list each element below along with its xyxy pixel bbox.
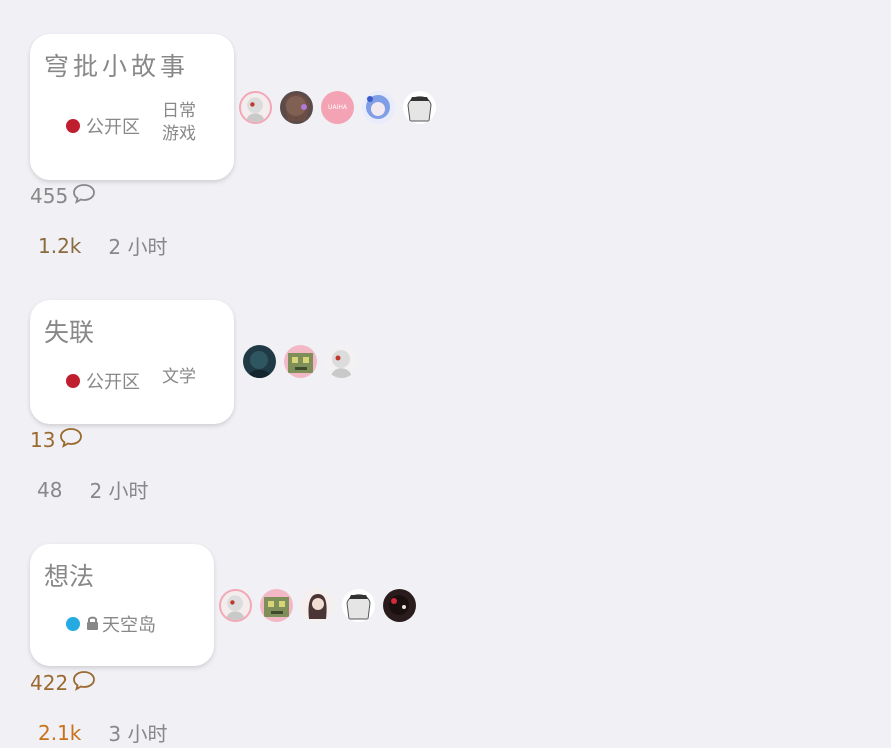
comment-icon [72, 182, 96, 209]
poster-avatars [219, 589, 416, 622]
reply-count[interactable]: 422 [30, 669, 96, 696]
topic-tags: 文学 [162, 366, 196, 389]
category-color-dot [66, 617, 80, 631]
category-color-dot [66, 119, 80, 133]
topic-title[interactable]: 穹批小故事 [44, 52, 189, 82]
tag[interactable]: 游戏 [162, 123, 196, 146]
poster-avatar[interactable] [325, 345, 358, 378]
poster-avatar[interactable] [280, 91, 313, 124]
comment-icon [59, 426, 83, 453]
category-name: 公开区 [86, 117, 140, 138]
topic-card[interactable]: 失联 公开区 文学 [30, 300, 234, 424]
topic-stats: 48 2 小时 [37, 475, 149, 504]
poster-avatars: UAIHA [239, 91, 436, 124]
poster-avatar[interactable] [284, 345, 317, 378]
reply-count[interactable]: 455 [30, 182, 96, 209]
poster-avatar[interactable] [342, 589, 375, 622]
topic-card[interactable]: 想法 天空岛 [30, 544, 214, 666]
activity-age[interactable]: 2 小时 [89, 475, 148, 504]
poster-avatar[interactable] [239, 91, 272, 124]
poster-avatar[interactable] [219, 589, 252, 622]
poster-avatar[interactable] [383, 589, 416, 622]
view-count: 2.1k [38, 720, 82, 745]
tag[interactable]: 日常 [162, 100, 196, 123]
poster-avatar[interactable] [362, 91, 395, 124]
activity-age[interactable]: 2 小时 [108, 231, 167, 260]
avatar-letter: UAIHA [328, 104, 347, 111]
poster-avatar[interactable] [301, 589, 334, 622]
poster-avatar[interactable]: UAIHA [321, 91, 354, 124]
topic-category[interactable]: 天空岛 [66, 611, 156, 637]
reply-count-value: 13 [30, 427, 56, 452]
view-count: 1.2k [38, 233, 82, 258]
reply-count[interactable]: 13 [30, 426, 83, 453]
topic-title[interactable]: 失联 [44, 318, 94, 348]
reply-count-value: 455 [30, 183, 69, 208]
poster-avatars [243, 345, 358, 378]
topic-title[interactable]: 想法 [44, 562, 94, 592]
category-name: 天空岛 [102, 615, 156, 636]
lock-icon [86, 615, 99, 634]
category-name: 公开区 [86, 372, 140, 393]
topic-card[interactable]: 穹批小故事 公开区 日常 游戏 [30, 34, 234, 180]
comment-icon [72, 669, 96, 696]
topic-tags: 日常 游戏 [162, 100, 196, 146]
poster-avatar[interactable] [403, 91, 436, 124]
category-color-dot [66, 374, 80, 388]
tag[interactable]: 文学 [162, 366, 196, 389]
topic-category[interactable]: 公开区 [66, 113, 140, 139]
topic-category[interactable]: 公开区 [66, 368, 140, 394]
activity-age[interactable]: 3 小时 [108, 718, 167, 747]
reply-count-value: 422 [30, 670, 69, 695]
poster-avatar[interactable] [260, 589, 293, 622]
topic-stats: 2.1k 3 小时 [38, 718, 167, 747]
view-count: 48 [37, 477, 63, 502]
topic-stats: 1.2k 2 小时 [38, 231, 167, 260]
poster-avatar[interactable] [243, 345, 276, 378]
